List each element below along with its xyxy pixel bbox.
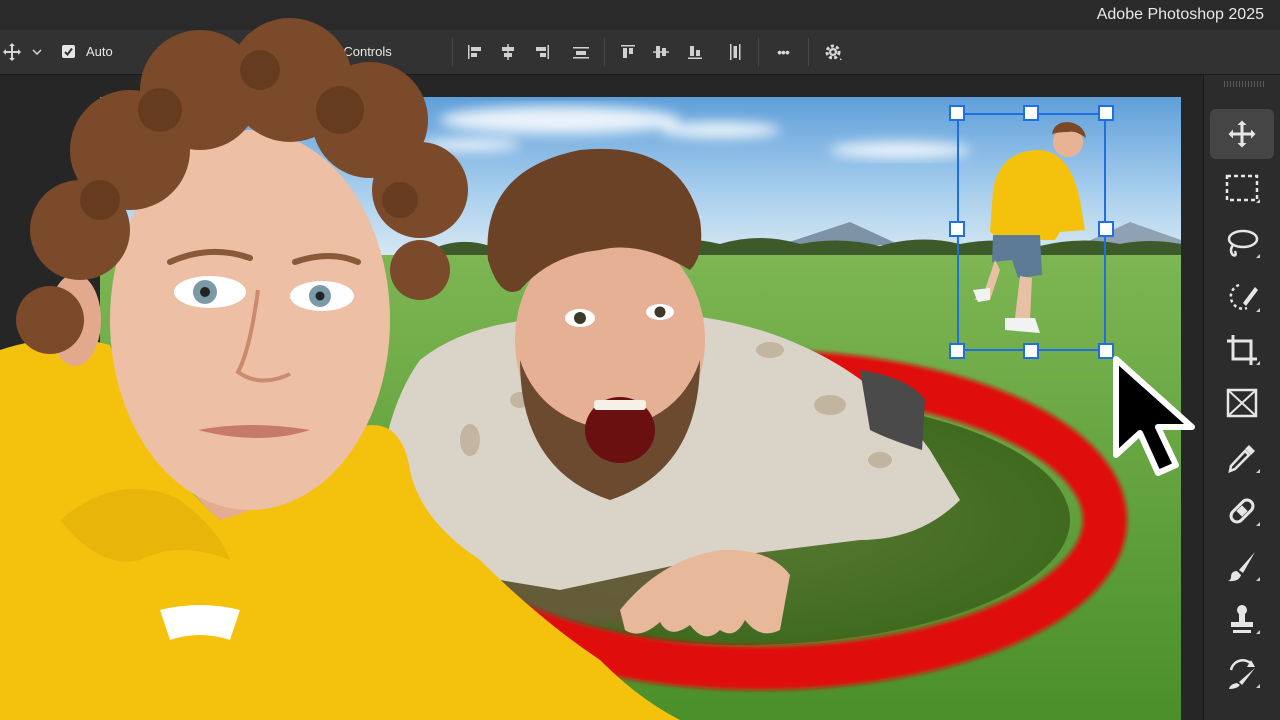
- transform-bounding-box[interactable]: [957, 113, 1106, 351]
- transform-handle-top-right[interactable]: [1098, 105, 1114, 121]
- brush-tool[interactable]: [1210, 541, 1274, 591]
- transform-handle-bottom-left[interactable]: [949, 343, 965, 359]
- pupil: [574, 312, 586, 324]
- object-selection-icon: [1229, 283, 1258, 310]
- teeth: [594, 400, 646, 410]
- frame-tool[interactable]: [1210, 378, 1274, 428]
- lasso-tool[interactable]: [1210, 218, 1274, 268]
- crop-icon: [1227, 335, 1257, 365]
- app-title: Adobe Photoshop 2025: [1096, 6, 1264, 23]
- transform-handle-top-left[interactable]: [949, 105, 965, 121]
- eyedropper-icon: [1228, 445, 1255, 474]
- mouse-cursor-icon: [1113, 356, 1195, 476]
- align-vertical-center-icon[interactable]: [648, 30, 674, 74]
- transform-handle-bottom[interactable]: [1023, 343, 1039, 359]
- crop-tool[interactable]: [1210, 325, 1274, 375]
- clone-stamp-tool[interactable]: [1210, 594, 1274, 644]
- distribute-horizontal-icon[interactable]: [568, 30, 594, 74]
- brush-icon: [1228, 552, 1255, 582]
- gear-icon[interactable]: [818, 30, 848, 74]
- align-right-icon[interactable]: [529, 30, 555, 74]
- divider: [808, 38, 809, 66]
- clone-stamp-icon: [1231, 605, 1253, 633]
- more-options-button[interactable]: •••: [766, 30, 800, 74]
- healing-brush-tool[interactable]: [1210, 486, 1274, 536]
- transform-handle-left[interactable]: [949, 221, 965, 237]
- marquee-tool[interactable]: [1210, 163, 1274, 213]
- history-brush-tool[interactable]: [1210, 648, 1274, 698]
- chevron-down-icon[interactable]: [28, 30, 46, 74]
- move-icon[interactable]: [0, 30, 24, 74]
- distribute-vertical-icon[interactable]: [722, 30, 748, 74]
- auto-select-label: Auto: [86, 44, 113, 59]
- object-selection-tool[interactable]: [1210, 272, 1274, 322]
- divider: [452, 38, 453, 66]
- auto-select-checkbox[interactable]: [62, 45, 75, 58]
- align-bottom-icon[interactable]: [682, 30, 708, 74]
- align-left-icon[interactable]: [462, 30, 488, 74]
- divider: [758, 38, 759, 66]
- eyedropper-tool[interactable]: [1210, 433, 1274, 483]
- panel-grip[interactable]: [1224, 81, 1264, 87]
- align-horizontal-center-icon[interactable]: [495, 30, 521, 74]
- align-top-icon[interactable]: [615, 30, 641, 74]
- move-icon: [1228, 120, 1256, 148]
- pupil: [654, 306, 666, 318]
- divider: [604, 38, 605, 66]
- healing-brush-icon: [1229, 498, 1255, 524]
- move-tool[interactable]: [1210, 109, 1274, 159]
- tools-panel: [1203, 75, 1280, 720]
- history-brush-icon: [1229, 659, 1255, 689]
- options-bar: Auto nsform Controls •••: [0, 30, 1280, 75]
- title-bar: Adobe Photoshop 2025: [0, 0, 1280, 30]
- rectangular-marquee-icon: [1225, 174, 1259, 202]
- transform-handle-top[interactable]: [1023, 105, 1039, 121]
- show-transform-controls-label: nsform Controls: [300, 44, 392, 59]
- transform-handle-right[interactable]: [1098, 221, 1114, 237]
- frame-icon: [1226, 388, 1258, 418]
- lasso-icon: [1227, 229, 1259, 257]
